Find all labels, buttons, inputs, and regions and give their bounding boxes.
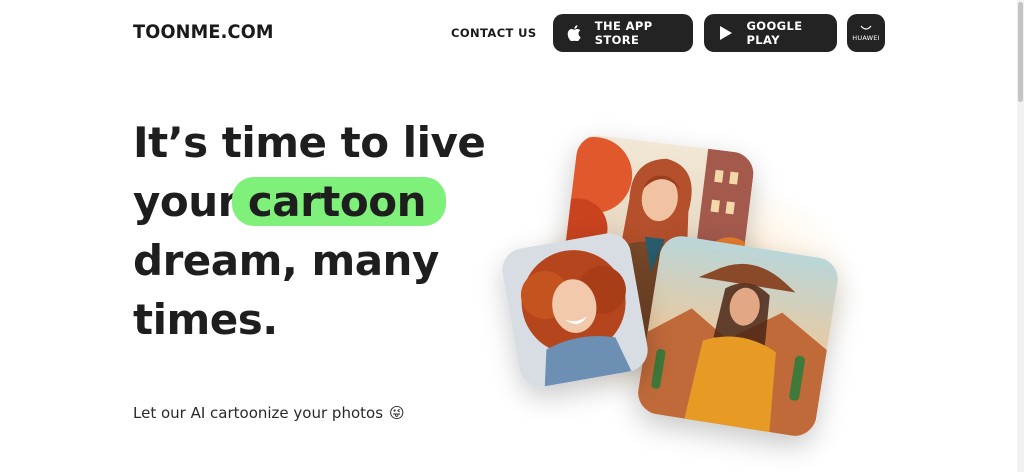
huawei-icon	[860, 25, 872, 31]
contact-us-link[interactable]: CONTACT US	[451, 26, 537, 40]
headline-line-4: times.	[133, 295, 278, 344]
app-store-button[interactable]: THE APP STORE	[553, 14, 693, 52]
scrollbar-thumb[interactable]	[1018, 2, 1023, 102]
page-scrollbar[interactable]	[1017, 0, 1024, 472]
headline-line-1: It’s time to live	[133, 118, 486, 167]
huawei-label: HUAWEI	[852, 33, 880, 42]
headline-line-3: dream, many	[133, 236, 439, 285]
headline-highlight: cartoon	[231, 177, 446, 226]
headline-line-2-pre: your	[133, 177, 238, 226]
google-play-button[interactable]: GOOGLE PLAY	[704, 14, 837, 52]
logo[interactable]: TOONME.COM	[133, 21, 274, 43]
original-photo-card	[498, 229, 652, 391]
apple-icon	[567, 25, 582, 41]
subtitle-text: Let our AI cartoonize your photos	[133, 404, 384, 422]
winking-tongue-emoji: 😜	[389, 404, 405, 422]
huawei-gallery-button[interactable]: HUAWEI	[847, 14, 885, 52]
hero-subtitle: Let our AI cartoonize your photos 😜	[133, 404, 405, 422]
app-store-label: THE APP STORE	[594, 19, 653, 47]
hero-headline: It’s time to live your cartoon dream, man…	[133, 113, 486, 349]
play-icon	[718, 25, 733, 41]
cartoon-portrait-desert-card	[635, 233, 841, 439]
google-play-label: GOOGLE PLAY	[746, 19, 803, 47]
